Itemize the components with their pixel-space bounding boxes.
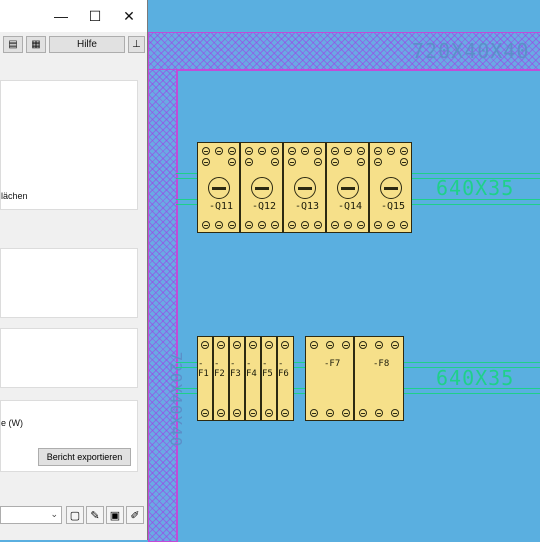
device-label: -F2	[214, 359, 225, 379]
rotary-handle-icon	[380, 177, 402, 199]
export-report-button[interactable]: Bericht exportieren	[38, 448, 131, 466]
device-label: -F1	[198, 359, 209, 379]
save-icon[interactable]: ▣	[106, 506, 124, 524]
device-label: -Q12	[252, 201, 277, 212]
edit-icon[interactable]: ✎	[86, 506, 104, 524]
duct-label-top: 720X40X40	[412, 39, 530, 63]
device-q15[interactable]: -Q15	[369, 142, 412, 233]
device-label: -Q14	[338, 201, 363, 212]
print-icon[interactable]: ▤	[3, 36, 23, 53]
chevron-down-icon: ⌄	[50, 509, 58, 519]
left-cable-duct[interactable]	[148, 69, 178, 542]
device-label: -F3	[230, 359, 241, 379]
close-button[interactable]: ✕	[112, 0, 146, 32]
surfaces-label: lächen	[1, 191, 28, 201]
rotary-handle-icon	[337, 177, 359, 199]
device-label: -F8	[373, 359, 390, 369]
title-bar[interactable]: — ☐ ✕	[0, 0, 147, 32]
bottom-bar: ⌄ ▢ ✎ ▣ ✐	[0, 502, 146, 526]
device-label: -F4	[246, 359, 257, 379]
panel-middle	[0, 248, 138, 318]
minimize-button[interactable]: —	[44, 0, 78, 32]
device-f4[interactable]: -F4	[245, 336, 261, 421]
rotary-handle-icon	[294, 177, 316, 199]
rotary-handle-icon	[208, 177, 230, 199]
help-button[interactable]: Hilfe	[49, 36, 125, 53]
image-icon[interactable]: ▦	[26, 36, 46, 53]
device-q11[interactable]: -Q11	[197, 142, 240, 233]
device-label: -Q15	[381, 201, 406, 212]
device-q13[interactable]: -Q13	[283, 142, 326, 233]
dialog-toolbar: ▤ ▦ Hilfe ⊥	[0, 34, 146, 56]
new-icon[interactable]: ▢	[66, 506, 84, 524]
duct-label-side: 720X40X40	[166, 351, 186, 448]
device-f7-block[interactable]: -F7	[305, 336, 354, 421]
preset-combobox[interactable]: ⌄	[0, 506, 62, 524]
pin-button[interactable]: ⊥	[128, 36, 145, 53]
power-label: e (W)	[1, 418, 23, 428]
device-f8-block[interactable]: -F8	[354, 336, 404, 421]
din-rail-top-label: 640X35	[436, 176, 515, 200]
device-q12[interactable]: -Q12	[240, 142, 283, 233]
device-label: -Q13	[295, 201, 320, 212]
panel-surfaces: lächen	[0, 80, 138, 210]
device-f1[interactable]: -F1	[197, 336, 213, 421]
device-f3[interactable]: -F3	[229, 336, 245, 421]
device-f2[interactable]: -F2	[213, 336, 229, 421]
device-label: -F6	[278, 359, 289, 379]
panel-lower	[0, 328, 138, 388]
din-rail-bottom-label: 640X35	[436, 366, 515, 390]
device-q14[interactable]: -Q14	[326, 142, 369, 233]
device-label: -Q11	[209, 201, 234, 212]
mounting-plate-outline	[176, 69, 540, 540]
rotary-handle-icon	[251, 177, 273, 199]
device-f5[interactable]: -F5	[261, 336, 277, 421]
device-label: -F5	[262, 359, 273, 379]
brush-icon[interactable]: ✐	[126, 506, 144, 524]
device-f6[interactable]: -F6	[277, 336, 294, 421]
maximize-button[interactable]: ☐	[78, 0, 112, 32]
device-label: -F7	[324, 359, 341, 369]
report-dialog: — ☐ ✕ ▤ ▦ Hilfe ⊥ lächen e (W) Bericht e…	[0, 0, 148, 540]
